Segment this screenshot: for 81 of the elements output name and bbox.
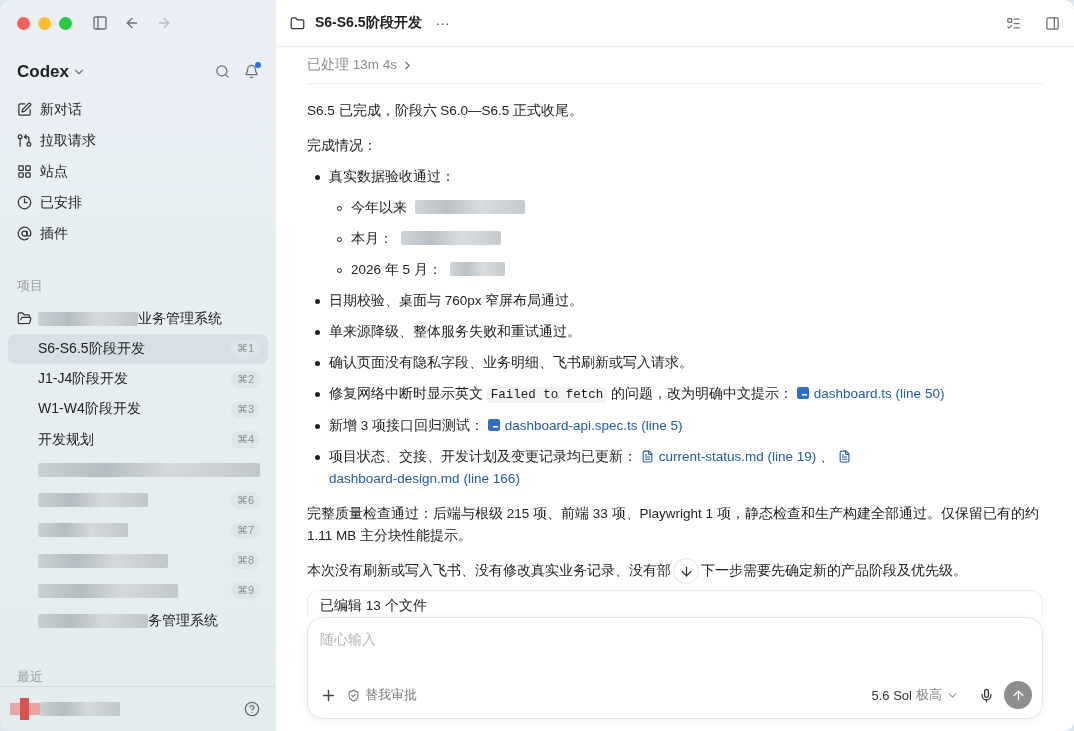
shortcut-hint: ⌘8 [230,552,260,569]
folder-icon [290,15,305,31]
bullet-icon [315,392,320,397]
close-button[interactable] [17,16,30,30]
shortcut-hint: ⌘9 [230,582,260,600]
panel-toggle-icon[interactable] [1045,15,1060,31]
file-link[interactable]: dashboard.ts (line 50) [813,386,945,401]
thread-title: S6-S6.5阶段开发 [315,14,422,32]
avatar-icon [10,698,40,721]
arrow-down-icon [678,563,694,579]
back-icon[interactable] [124,15,140,31]
checklist-icon[interactable] [1006,15,1021,31]
sidebar-toggle-icon[interactable] [92,15,108,31]
file-link[interactable]: current-status.md (line 19) [658,449,817,464]
list-item-text: 本月： [351,231,393,246]
nav-item[interactable]: 拉取请求 [8,125,268,157]
document-icon [837,450,851,463]
nav-icon [17,102,32,118]
bullet-icon [315,361,320,366]
list-item-text: 真实数据验收通过： [329,169,455,184]
bullet-icon [315,330,320,335]
notification-icon[interactable] [244,64,259,80]
typescript-file-icon [796,387,809,399]
list-item-text: 今年以来 [351,200,407,215]
folder-icon [17,311,32,326]
typescript-file-icon [487,419,500,431]
nav-item[interactable]: 已安排 [8,187,268,219]
shortcut-hint: ⌘6 [230,491,260,509]
nav-item[interactable]: 插件 [8,218,268,250]
shortcut-hint: ⌘1 [230,340,260,358]
search-icon[interactable] [215,64,230,80]
nav-item[interactable]: 站点 [8,156,268,188]
message-field[interactable]: 随心输入 替我审批 5.6 Sol 极高 [307,617,1043,719]
list-item-text: 确认页面没有隐私字段、业务明细、飞书刷新或写入请求。 [329,355,693,370]
shortcut-hint: ⌘3 [230,400,260,418]
file-link[interactable]: (line 166) [463,471,520,486]
list-item-text: 日期校验、桌面与 760px 窄屏布局通过。 [329,293,584,308]
approval-button[interactable]: 替我审批 [347,686,417,704]
thread-item[interactable]: 务管理系统 [8,605,268,637]
message-text: S6.5 已完成，阶段六 S6.0—S6.5 正式收尾。 [307,102,585,120]
more-button[interactable]: ··· [431,15,454,31]
list-item-text: 项目状态、交接、开发计划及变更记录均已更新： current-status.md (line 19) 、 dashboard-design.md (line 166) [329,449,856,486]
bullet-icon [315,455,320,460]
thread-item[interactable]: W1-W4阶段开发 ⌘3 [8,394,268,425]
shield-icon [347,688,360,702]
list-item-text: 新增 3 项接口回归测试： dashboard-api.spec.ts (line 5) [329,418,683,433]
processed-time[interactable]: 已处理 13m 4s [307,56,398,74]
bullet-icon [315,175,320,180]
help-icon[interactable] [244,701,260,718]
shortcut-hint: ⌘2 [230,370,260,388]
file-link[interactable]: dashboard-design.md [329,471,460,486]
bullet-icon [315,299,320,304]
thread-item[interactable]: J1-J4阶段开发 ⌘2 [8,363,268,395]
file-link[interactable]: dashboard-api.spec.ts (line 5) [504,418,683,433]
document-icon [640,450,654,463]
nav-icon [17,133,32,149]
shortcut-hint: ⌘7 [230,521,260,539]
list-item-text: 2026 年 5 月： [351,262,442,277]
message-input[interactable]: 随心输入 [320,618,1032,647]
nav-icon [17,195,32,211]
message-text: 完成情况： [307,137,378,155]
microphone-icon[interactable] [979,687,994,703]
thread-item[interactable]: S6-S6.5阶段开发 ⌘1 [8,333,268,364]
model-selector[interactable]: 5.6 Sol 极高 [871,686,959,704]
shortcut-hint: ⌘4 [230,431,260,448]
send-button[interactable] [1004,681,1032,709]
nav-item[interactable]: 新对话 [8,94,268,126]
list-item-text: 单来源降级、整体服务失败和重试通过。 [329,324,581,339]
message-text: 下一步需要先确定新的产品阶段及优先级。 [701,562,967,580]
nav-icon [17,164,32,180]
message-text: 本次没有刷新或写入飞书、没有修改真实业务记录、没有部 [307,562,671,580]
thread-item[interactable]: 开发规划 ⌘4 [8,424,268,455]
list-item-text: 修复网络中断时显示英文 Failed to fetch 的问题，改为明确中文提示： dashboard.ts (line 50) [329,386,945,401]
nav-icon [17,226,32,242]
app-name[interactable]: Codex [17,61,69,82]
message-text: 完整质量检查通过：后端与根级 215 项、前端 33 项、Playwright 1 项，静态检查和生产构建全部通过。仅保留已有的约 1.11 MB 主分块性能提示。 [307,505,1040,545]
section-heading: 项目 [16,277,44,296]
section-heading: 最近 [16,668,44,687]
bullet-icon [315,424,320,429]
scroll-down-button[interactable] [673,558,699,584]
project-folder[interactable]: 业务管理系统 [8,303,268,334]
